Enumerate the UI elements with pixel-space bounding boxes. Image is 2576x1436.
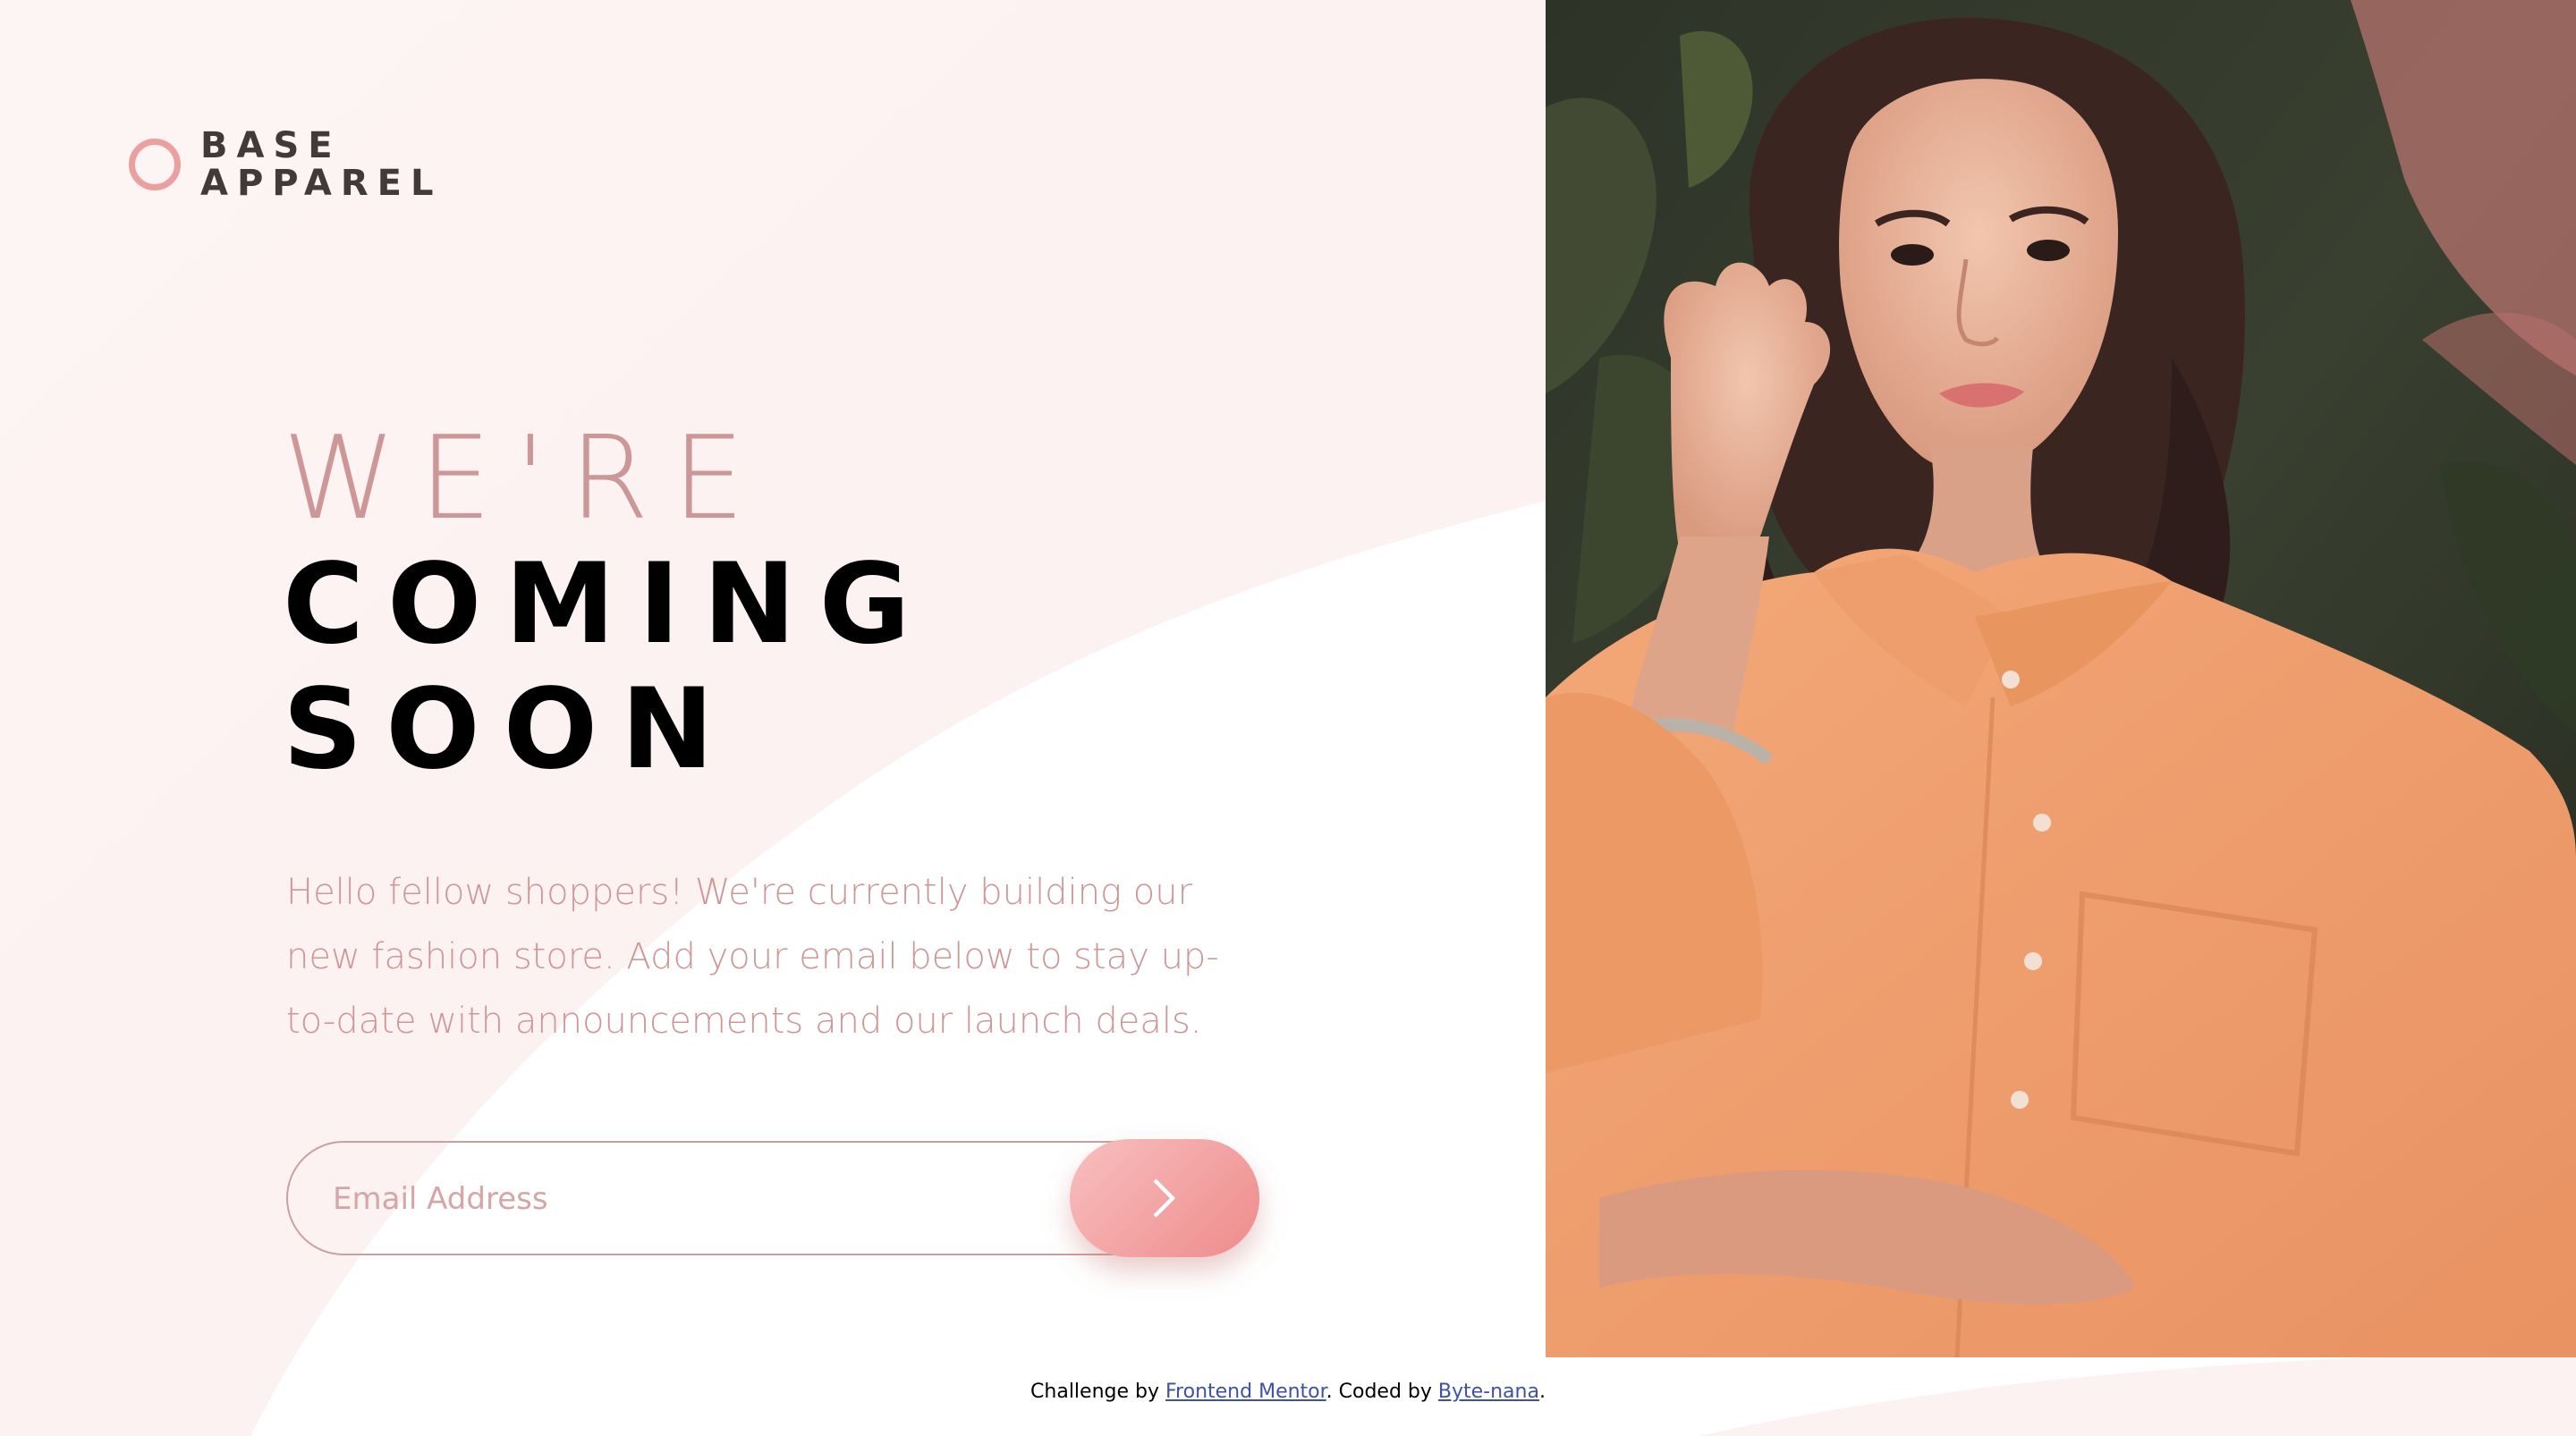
brand-name-line2: APPAREL [200, 163, 443, 204]
attribution-middle: . Coded by [1326, 1381, 1438, 1403]
page-title: WE'RE COMING SOON [283, 412, 934, 794]
logo-ring-icon [129, 139, 181, 190]
title-line-coming: COMING [283, 540, 934, 669]
submit-button[interactable] [1070, 1139, 1259, 1257]
attribution: Challenge by Frontend Mentor. Coded by B… [0, 1381, 2576, 1403]
attribution-suffix: . [1538, 1381, 1546, 1403]
brand-logo[interactable]: BASE APPAREL [129, 127, 443, 202]
title-line-were: WE'RE [283, 412, 768, 545]
chevron-right-icon [1153, 1178, 1176, 1218]
title-line-soon: SOON [283, 665, 737, 794]
hero-image [1546, 0, 2576, 1357]
author-link[interactable]: Byte-nana [1438, 1381, 1539, 1403]
brand-name-line1: BASE [200, 125, 342, 166]
page: BASE APPAREL WE'RE COMING SOON Hello fel… [0, 0, 2576, 1436]
frontend-mentor-link[interactable]: Frontend Mentor [1165, 1381, 1326, 1403]
email-input[interactable] [331, 1143, 1050, 1255]
email-signup-form [286, 1139, 1259, 1257]
brand-name: BASE APPAREL [200, 127, 443, 202]
attribution-prefix: Challenge by [1030, 1381, 1165, 1403]
model-photo [1546, 0, 2576, 1357]
intro-text: Hello fellow shoppers! We're currently b… [286, 872, 1219, 1042]
